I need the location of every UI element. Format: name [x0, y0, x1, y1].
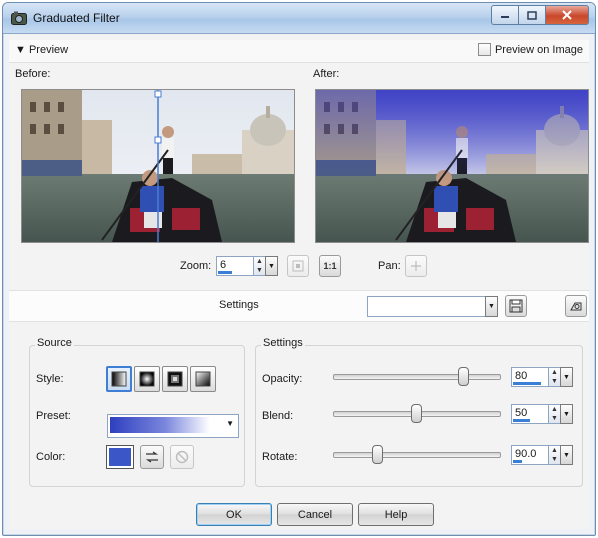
preview-on-image-option[interactable]: Preview on Image: [477, 43, 583, 56]
blend-level-bar: [513, 419, 530, 422]
blend-value: 50: [515, 407, 528, 419]
no-color-button[interactable]: [170, 445, 194, 469]
save-preset-button[interactable]: [505, 295, 527, 317]
corner-style-icon: [195, 371, 211, 387]
source-group-title: Source: [35, 337, 74, 349]
settings-preset-combo[interactable]: [367, 296, 487, 317]
graduated-filter-dialog: Graduated Filter ▼ Preview Preview on Im…: [2, 2, 596, 536]
maximize-icon: [527, 10, 537, 20]
actual-size-label: 1:1: [323, 261, 337, 271]
color-label: Color:: [36, 451, 66, 463]
rotate-label: Rotate:: [262, 451, 298, 463]
close-button[interactable]: [545, 5, 589, 25]
no-color-icon: [175, 450, 189, 464]
ok-button[interactable]: OK: [196, 503, 272, 526]
zoom-level-bar: [218, 271, 232, 274]
after-label: After:: [313, 68, 340, 80]
radial-style-button[interactable]: [134, 366, 160, 392]
zoom-value: 6: [220, 259, 227, 271]
rectangular-style-button[interactable]: [162, 366, 188, 392]
preview-section-header: ▼ Preview Preview on Image: [9, 40, 589, 63]
fit-to-window-icon: [292, 260, 304, 272]
before-label: Before:: [15, 68, 51, 80]
cancel-button[interactable]: Cancel: [277, 503, 353, 526]
opacity-dropdown-arrow-icon[interactable]: ▼: [560, 367, 573, 387]
opacity-level-bar: [513, 382, 541, 385]
swap-arrows-icon: [145, 451, 159, 463]
linear-style-icon: [111, 371, 127, 387]
rotate-value: 90.0: [515, 448, 537, 460]
style-label: Style:: [36, 373, 64, 385]
help-button[interactable]: Help: [358, 503, 434, 526]
collapse-triangle-icon: ▼: [15, 44, 26, 56]
blend-label: Blend:: [262, 410, 294, 422]
rotate-input[interactable]: 90.0: [511, 445, 549, 465]
swap-colors-button[interactable]: [140, 445, 164, 469]
minimize-icon: [501, 16, 509, 18]
reset-icon: [570, 302, 582, 311]
rotate-dropdown-arrow-icon[interactable]: ▼: [560, 445, 573, 465]
opacity-input[interactable]: 80: [511, 367, 549, 387]
opacity-slider-thumb[interactable]: [458, 367, 469, 386]
preset-label: Preset:: [36, 410, 71, 422]
opacity-slider-track[interactable]: [333, 374, 501, 380]
corner-style-button[interactable]: [190, 366, 216, 392]
opacity-value: 80: [515, 370, 528, 382]
gradfilter-app-icon: [11, 11, 27, 25]
maximize-button[interactable]: [518, 5, 545, 25]
pan-label: Pan:: [378, 260, 401, 272]
settings-group-title: Settings: [261, 337, 305, 349]
pan-button[interactable]: [405, 255, 427, 277]
blend-input[interactable]: 50: [511, 404, 549, 424]
rotate-slider-thumb[interactable]: [372, 445, 383, 464]
linear-style-button[interactable]: [106, 366, 132, 392]
save-disk-icon: [509, 299, 523, 313]
zoom-label: Zoom:: [180, 260, 212, 272]
reset-button[interactable]: [565, 295, 587, 317]
fit-to-window-button[interactable]: [287, 255, 309, 277]
close-icon: [562, 10, 572, 20]
after-preview-image: [315, 89, 589, 243]
actual-size-button[interactable]: 1:1: [319, 255, 341, 277]
preview-on-image-checkbox[interactable]: [477, 43, 491, 56]
pan-move-icon: [411, 261, 421, 271]
blend-slider-thumb[interactable]: [411, 404, 422, 423]
rectangular-style-icon: [167, 371, 183, 387]
preview-on-image-label: Preview on Image: [494, 43, 583, 56]
dialog-body: ▼ Preview Preview on Image Before: After…: [9, 34, 589, 529]
gradient-handle-top[interactable]: [154, 90, 162, 98]
gradient-preset-swatch: [110, 417, 210, 433]
minimize-button[interactable]: [491, 5, 518, 25]
rotate-slider-track[interactable]: [333, 452, 501, 458]
preview-toggle[interactable]: ▼ Preview: [15, 44, 68, 56]
zoom-dropdown-arrow-icon[interactable]: ▼: [265, 256, 278, 276]
blend-dropdown-arrow-icon[interactable]: ▼: [560, 404, 573, 424]
rotate-level-bar: [513, 460, 522, 463]
gradient-handle-center[interactable]: [154, 136, 162, 144]
settings-bar-label: Settings: [219, 299, 259, 311]
opacity-label: Opacity:: [262, 373, 303, 385]
settings-preset-dropdown-icon[interactable]: ▼: [485, 296, 498, 317]
settings-bar: Settings ▼: [9, 290, 589, 322]
gradient-color-swatch[interactable]: [106, 445, 134, 469]
preset-dropdown-arrow-icon: ▼: [226, 419, 234, 428]
gradient-preset-dropdown[interactable]: ▼: [107, 414, 239, 438]
radial-style-icon: [139, 371, 155, 387]
preview-toggle-label: Preview: [28, 44, 69, 56]
window-title: Graduated Filter: [33, 11, 120, 25]
title-bar[interactable]: Graduated Filter: [3, 3, 595, 34]
before-preview-image[interactable]: [21, 89, 295, 243]
zoom-input[interactable]: 6: [216, 256, 254, 276]
